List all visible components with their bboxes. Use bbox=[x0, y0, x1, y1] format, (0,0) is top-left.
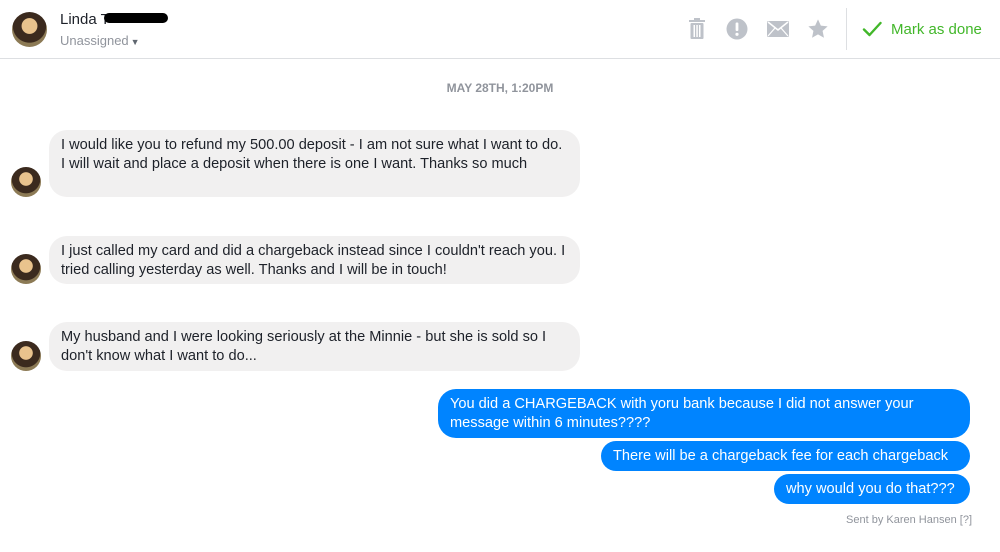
sent-by-label: Sent by Karen Hansen [?] bbox=[846, 514, 972, 526]
sender-avatar[interactable] bbox=[11, 254, 41, 284]
trash-icon[interactable] bbox=[684, 16, 710, 42]
outgoing-message-bubble[interactable]: There will be a chargeback fee for each … bbox=[601, 441, 970, 471]
contact-avatar[interactable] bbox=[12, 12, 47, 47]
header-divider bbox=[846, 8, 847, 50]
message-timestamp: MAY 28TH, 1:20PM bbox=[446, 81, 554, 95]
alert-icon[interactable] bbox=[724, 16, 750, 42]
sender-avatar[interactable] bbox=[11, 167, 41, 197]
contact-name[interactable]: Linda T bbox=[60, 11, 168, 28]
conversation-header: Linda T Unassigned ▼ Mark as done bbox=[0, 0, 1000, 59]
outgoing-message-bubble[interactable]: You did a CHARGEBACK with yoru bank beca… bbox=[438, 389, 970, 438]
assignment-dropdown[interactable]: Unassigned ▼ bbox=[60, 33, 140, 48]
envelope-icon[interactable] bbox=[765, 16, 791, 42]
incoming-message-bubble[interactable]: I would like you to refund my 500.00 dep… bbox=[49, 130, 580, 197]
incoming-message-bubble[interactable]: I just called my card and did a chargeba… bbox=[49, 236, 580, 284]
star-icon[interactable] bbox=[805, 16, 831, 42]
caret-down-icon: ▼ bbox=[130, 37, 140, 47]
sender-avatar[interactable] bbox=[11, 341, 41, 371]
redaction-mark bbox=[103, 12, 168, 23]
checkmark-icon bbox=[862, 21, 882, 37]
outgoing-message-bubble[interactable]: why would you do that??? bbox=[774, 474, 970, 504]
incoming-message-bubble[interactable]: My husband and I were looking seriously … bbox=[49, 322, 580, 371]
mark-as-done-button[interactable]: Mark as done bbox=[862, 18, 982, 40]
